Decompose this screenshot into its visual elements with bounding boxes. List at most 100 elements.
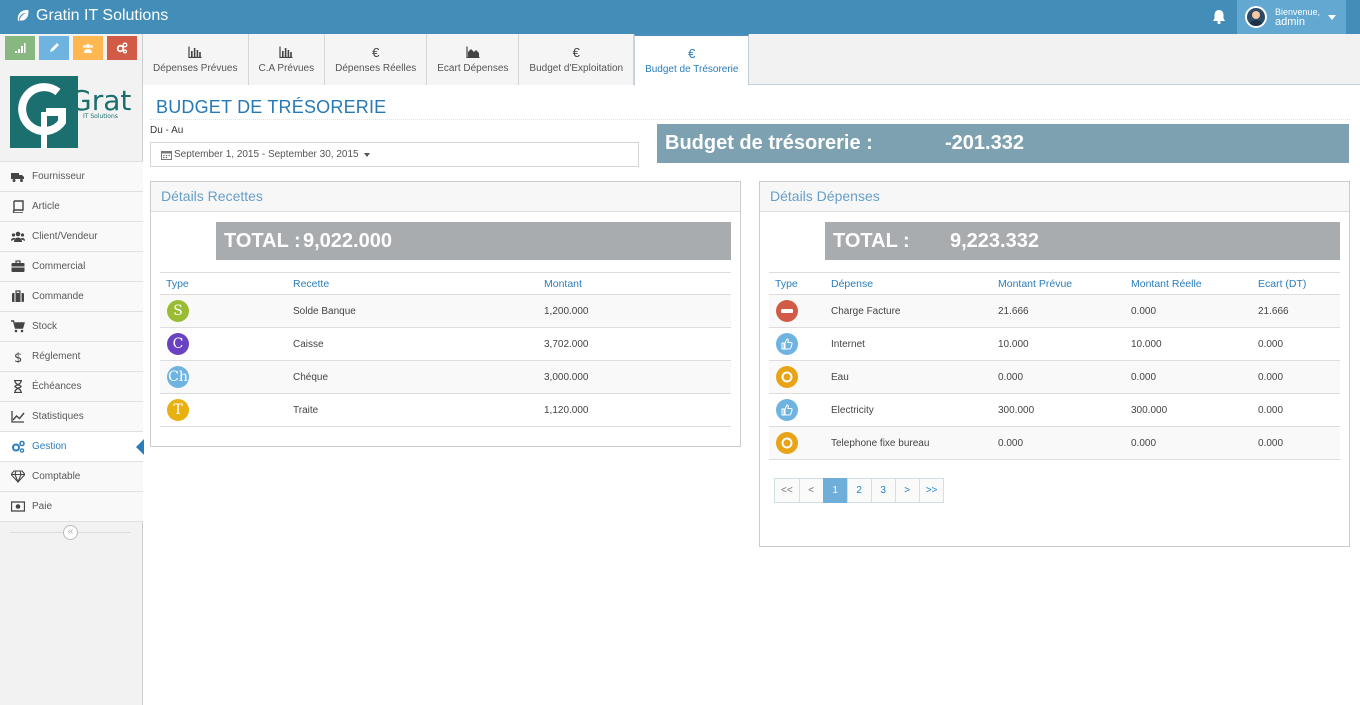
recette-cell: Caisse	[287, 327, 538, 361]
tab-d-penses-pr-vues[interactable]: Dépenses Prévues	[143, 34, 249, 85]
sidebar-item-label: Fournisseur	[32, 171, 85, 182]
shortcut-pencil-button[interactable]	[39, 36, 69, 60]
tab-c-a-pr-vues[interactable]: C.A Prévues	[248, 34, 326, 85]
sidebar-item-statistiques[interactable]: Statistiques	[0, 401, 143, 431]
sidebar-item-stock[interactable]: Stock	[0, 311, 143, 341]
circle-icon	[776, 432, 798, 454]
sidebar-item-label: Statistiques	[32, 411, 84, 422]
sidebar-item-gestion[interactable]: Gestion	[0, 431, 144, 461]
sidebar-item--ch-ances[interactable]: Échéances	[0, 371, 143, 401]
shortcut-cogs-button[interactable]	[107, 36, 137, 60]
sidebar-collapse-row: «	[0, 521, 143, 543]
cogs-icon	[10, 440, 25, 453]
sidebar-item-commercial[interactable]: Commercial	[0, 251, 143, 281]
col-header-recette[interactable]: Recette	[287, 272, 538, 295]
circle-icon	[776, 366, 798, 388]
recettes-table: Type Recette Montant S Solde Banque 1,200.…	[160, 272, 731, 427]
col-header-ecart[interactable]: Ecart (DT)	[1252, 272, 1340, 295]
sidebar-item-r-glement[interactable]: $ Réglement	[0, 341, 143, 371]
euro-icon: €	[688, 45, 696, 61]
pager-page-3-button[interactable]: 3	[870, 478, 896, 503]
tab-budget-de-tr-sorerie[interactable]: € Budget de Trésorerie	[634, 34, 750, 86]
depense-cell: Telephone fixe bureau	[825, 426, 992, 460]
pencil-icon	[50, 43, 59, 52]
recette-cell: Chéque	[287, 360, 538, 394]
user-menu[interactable]: Bienvenue, admin	[1237, 0, 1346, 34]
table-row: C Caisse 3,702.000	[160, 327, 731, 361]
date-range-label: Du - Au	[150, 125, 184, 136]
cart-icon	[10, 320, 25, 333]
depense-cell: Eau	[825, 360, 992, 394]
company-logo: Gratin IT Solutions	[10, 76, 133, 148]
date-range-picker[interactable]: September 1, 2015 - September 30, 2015	[150, 142, 639, 167]
suitcase-icon	[10, 290, 25, 303]
col-header-montant-prevue[interactable]: Montant Prévue	[992, 272, 1125, 295]
sidebar-item-label: Article	[32, 201, 60, 212]
ecart-cell: 0.000	[1252, 327, 1340, 361]
sidebar-item-comptable[interactable]: Comptable	[0, 461, 143, 491]
sidebar-item-label: Échéances	[32, 381, 82, 392]
table-row: Electricity 300.000 300.000 0.000	[769, 393, 1340, 427]
pager-last-page-button[interactable]: >>	[918, 478, 945, 503]
pager-page-2-button[interactable]: 2	[846, 478, 872, 503]
table-row: Ch Chéque 3,000.000	[160, 360, 731, 394]
sidebar-item-paie[interactable]: Paie	[0, 491, 143, 521]
euro-icon: €	[372, 44, 380, 60]
depense-cell: Internet	[825, 327, 992, 361]
ecart-cell: 0.000	[1252, 393, 1340, 427]
sidebar-item-article[interactable]: Article	[0, 191, 143, 221]
montant-reelle-cell: 300.000	[1125, 393, 1252, 427]
svg-text:$: $	[14, 351, 22, 363]
calendar-icon	[161, 150, 172, 160]
montant-reelle-cell: 10.000	[1125, 327, 1252, 361]
signal-icon	[15, 43, 26, 53]
recette-cell: Traite	[287, 393, 538, 427]
tab-ecart-d-penses[interactable]: Ecart Dépenses	[427, 34, 520, 85]
caret-down-icon	[1328, 14, 1337, 20]
pager-first-page-button[interactable]: <<	[774, 478, 800, 503]
depense-cell: Charge Facture	[825, 294, 992, 328]
col-header-type[interactable]: Type	[160, 272, 287, 295]
shortcut-chart-button[interactable]	[5, 36, 35, 60]
type-badge-icon: S	[167, 300, 189, 322]
users-icon	[83, 44, 93, 53]
tab-d-penses-r-elles[interactable]: € Dépenses Réelles	[325, 34, 428, 85]
sidebar-item-label: Commercial	[32, 261, 86, 272]
type-cell: C	[160, 327, 287, 361]
col-header-montant[interactable]: Montant	[538, 272, 731, 295]
avatar	[1245, 6, 1267, 28]
pager-page-1-button[interactable]: 1	[822, 478, 848, 503]
sidebar-item-commande[interactable]: Commande	[0, 281, 143, 311]
montant-reelle-cell: 0.000	[1125, 426, 1252, 460]
tab-label: Budget de Trésorerie	[645, 64, 739, 75]
table-row: Eau 0.000 0.000 0.000	[769, 360, 1340, 394]
user-name: admin	[1275, 16, 1305, 28]
table-row: Charge Facture 21.666 0.000 21.666	[769, 294, 1340, 328]
tab-label: Budget d'Exploitation	[529, 63, 624, 74]
sidebar-item-client-vendeur[interactable]: Client/Vendeur	[0, 221, 143, 251]
type-badge-icon: T	[167, 399, 189, 421]
montant-cell: 3,000.000	[538, 360, 731, 394]
col-header-montant-reelle[interactable]: Montant Réelle	[1125, 272, 1252, 295]
page-title: BUDGET DE TRÉSORERIE	[156, 97, 387, 117]
brand[interactable]: Gratin IT Solutions	[16, 7, 168, 25]
ecart-cell: 0.000	[1252, 426, 1340, 460]
pager-prev-page-button[interactable]: <	[798, 478, 824, 503]
minus-circle-icon	[776, 300, 798, 322]
bar-chart-icon	[279, 45, 293, 59]
col-header-type[interactable]: Type	[769, 272, 825, 295]
pager-next-page-button[interactable]: >	[894, 478, 920, 503]
tab-budget-d-exploitation[interactable]: € Budget d'Exploitation	[519, 34, 635, 85]
area-chart-icon	[466, 45, 480, 59]
depenses-title: Détails Dépenses	[760, 182, 1349, 212]
shortcut-users-button[interactable]	[73, 36, 103, 60]
tab-label: C.A Prévues	[258, 63, 315, 74]
collapse-sidebar-icon[interactable]: «	[63, 525, 78, 540]
sidebar-item-fournisseur[interactable]: Fournisseur	[0, 161, 143, 191]
type-cell	[769, 294, 825, 328]
col-header-depense[interactable]: Dépense	[825, 272, 992, 295]
depenses-table: Type Dépense Montant Prévue Montant Réel…	[769, 272, 1340, 460]
recettes-title: Détails Recettes	[151, 182, 740, 212]
bell-icon[interactable]	[1212, 9, 1226, 25]
logo-subtext: IT Solutions	[83, 113, 118, 120]
